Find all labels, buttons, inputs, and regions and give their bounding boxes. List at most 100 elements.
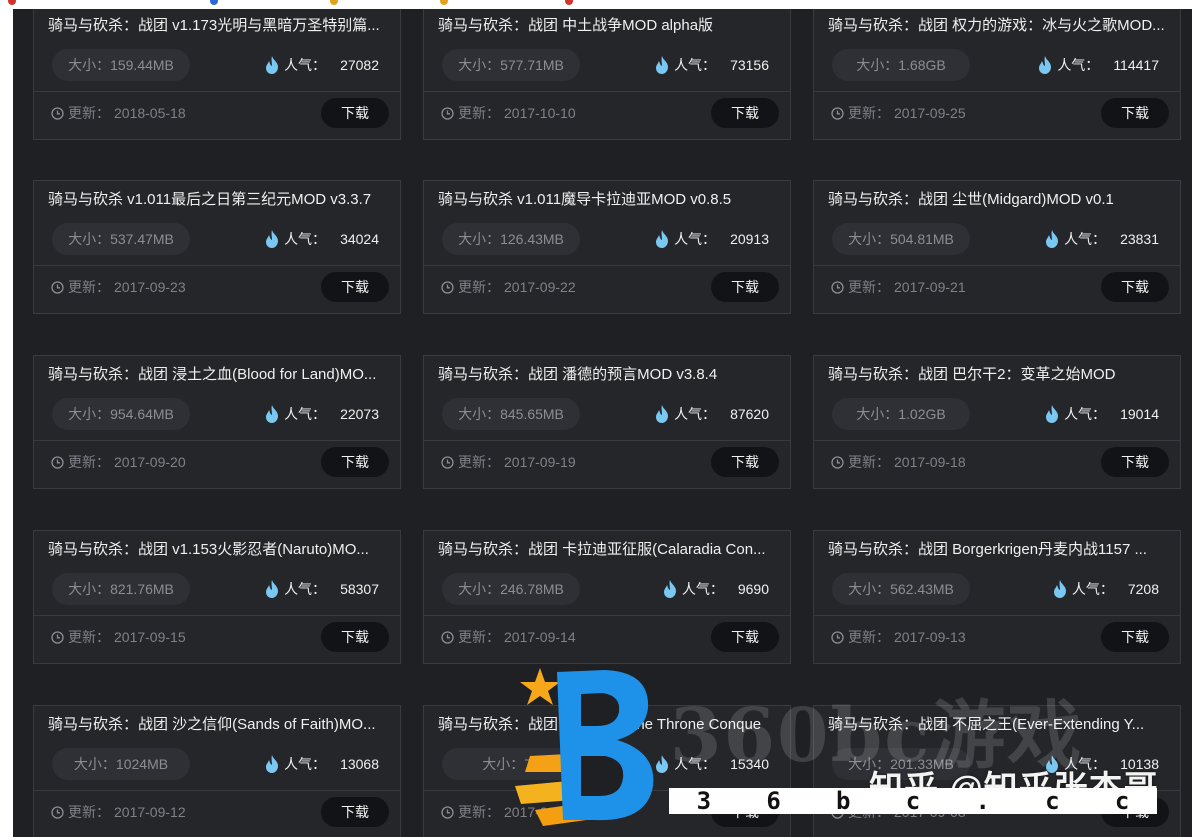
size-label: 大小： — [482, 756, 525, 772]
size-label: 大小： — [848, 756, 891, 772]
popularity: 人气： 9690 — [662, 580, 769, 598]
card-divider — [34, 440, 400, 441]
download-button[interactable]: 下载 — [1101, 797, 1169, 827]
clock-icon — [831, 280, 844, 294]
popularity: 人气： 73156 — [654, 56, 769, 74]
flame-icon — [266, 755, 279, 773]
download-button[interactable]: 下载 — [711, 447, 779, 477]
game-title-link[interactable]: 骑马与砍杀：战团 潘德的预言MOD v3.8.4 — [438, 366, 778, 384]
update-value: 2017-09-22 — [504, 279, 576, 295]
game-title-link[interactable]: 骑马与砍杀：战团 王座征服(The Throne Conque — [438, 716, 778, 734]
download-button[interactable]: 下载 — [1101, 272, 1169, 302]
size-label: 大小： — [848, 581, 891, 597]
popularity: 人气： 34024 — [264, 230, 379, 248]
update-label: 更新： — [848, 279, 890, 295]
download-button[interactable]: 下载 — [711, 622, 779, 652]
popularity: 人气： 7208 — [1052, 580, 1159, 598]
flame-icon — [1053, 580, 1066, 598]
size-badge: 大小：845.65MB — [442, 398, 580, 430]
game-title-link[interactable]: 骑马与砍杀：战团 卡拉迪亚征服(Calaradia Con... — [438, 541, 778, 559]
popularity-value: 22073 — [340, 406, 379, 422]
update-value: 2017-09-14 — [504, 629, 576, 645]
popularity-label: 人气： — [1064, 756, 1107, 772]
popularity-label: 人气： — [1064, 231, 1107, 247]
game-title-link[interactable]: 骑马与砍杀：战团 沙之信仰(Sands of Faith)MO... — [48, 716, 388, 734]
size-value: 504.81MB — [890, 231, 954, 247]
clock-icon — [831, 805, 844, 819]
popularity-value: 23831 — [1120, 231, 1159, 247]
card-divider — [814, 91, 1180, 92]
download-button[interactable]: 下载 — [711, 272, 779, 302]
update-date: 更新： 2017-09-25 — [831, 103, 966, 123]
size-badge: 大小：246.78MB — [442, 573, 580, 605]
game-title-link[interactable]: 骑马与砍杀：战团 v1.153火影忍者(Naruto)MO... — [48, 541, 388, 559]
update-value: 2017-09-11 — [504, 804, 575, 820]
size-value: 954.64MB — [110, 406, 174, 422]
game-card: 骑马与砍杀：战团 权力的游戏：冰与火之歌MOD... 大小：1.68GB 人气： 11… — [813, 9, 1181, 140]
update-label: 更新： — [68, 105, 110, 121]
game-title-link[interactable]: 骑马与砍杀：战团 权力的游戏：冰与火之歌MOD... — [828, 17, 1168, 35]
clock-icon — [441, 805, 454, 819]
size-value: 1024MB — [115, 756, 169, 772]
game-title-link[interactable]: 骑马与砍杀 v1.011最后之日第三纪元MOD v3.3.7 — [48, 191, 388, 209]
popularity: 人气： 27082 — [264, 56, 379, 74]
update-value: 2017-09-08 — [894, 804, 966, 820]
game-card: 骑马与砍杀：战团 浸土之血(Blood for Land)MO... 大小：954… — [33, 355, 401, 489]
game-title-link[interactable]: 骑马与砍杀：战团 尘世(Midgard)MOD v0.1 — [828, 191, 1168, 209]
game-card: 骑马与砍杀：战团 沙之信仰(Sands of Faith)MO... 大小：102… — [33, 705, 401, 837]
game-title-link[interactable]: 骑马与砍杀：战团 巴尔干2：变革之始MOD — [828, 366, 1168, 384]
update-label: 更新： — [458, 279, 500, 295]
update-date: 更新： 2017-09-23 — [51, 277, 186, 297]
game-title-link[interactable]: 骑马与砍杀：战团 v1.173光明与黑暗万圣特别篇... — [48, 17, 388, 35]
game-title-link[interactable]: 骑马与砍杀 v1.011魔导卡拉迪亚MOD v0.8.5 — [438, 191, 778, 209]
update-value: 2017-09-15 — [114, 629, 186, 645]
card-divider — [34, 91, 400, 92]
update-label: 更新： — [458, 105, 500, 121]
update-date: 更新： 2017-09-18 — [831, 452, 966, 472]
card-divider — [34, 615, 400, 616]
game-title-link[interactable]: 骑马与砍杀：战团 Borgerkrigen丹麦内战1157 ... — [828, 541, 1168, 559]
update-label: 更新： — [458, 804, 500, 820]
popularity-label: 人气： — [674, 756, 717, 772]
popularity-value: 114417 — [1113, 57, 1159, 73]
game-title-link[interactable]: 骑马与砍杀：战团 不屈之王(Ever-Extending Y... — [828, 716, 1168, 734]
update-label: 更新： — [68, 279, 110, 295]
download-button[interactable]: 下载 — [1101, 447, 1169, 477]
popularity-label: 人气： — [674, 231, 717, 247]
flame-icon — [266, 580, 279, 598]
game-card: 骑马与砍杀 v1.011魔导卡拉迪亚MOD v0.8.5 大小：126.43MB 人… — [423, 180, 791, 314]
download-button[interactable]: 下载 — [321, 272, 389, 302]
update-label: 更新： — [848, 454, 890, 470]
flame-icon — [1046, 755, 1059, 773]
popularity: 人气： 10138 — [1044, 755, 1159, 773]
flame-icon — [663, 580, 676, 598]
clock-icon — [831, 106, 844, 120]
popularity-value: 15340 — [730, 756, 769, 772]
game-card: 骑马与砍杀：战团 王座征服(The Throne Conque 大小：71 人气： 1… — [423, 705, 791, 837]
game-title-link[interactable]: 骑马与砍杀：战团 中土战争MOD alpha版 — [438, 17, 778, 35]
update-date: 更新： 2017-09-20 — [51, 452, 186, 472]
size-label: 大小： — [848, 231, 891, 247]
download-button[interactable]: 下载 — [711, 98, 779, 128]
card-divider — [814, 265, 1180, 266]
download-button[interactable]: 下载 — [321, 797, 389, 827]
clock-icon — [51, 455, 64, 469]
flame-icon — [1046, 230, 1059, 248]
popularity: 人气： 23831 — [1044, 230, 1159, 248]
download-button[interactable]: 下载 — [321, 622, 389, 652]
size-value: 1.02GB — [898, 406, 946, 422]
size-badge: 大小：1.68GB — [832, 49, 970, 81]
update-value: 2017-09-21 — [894, 279, 966, 295]
game-title-link[interactable]: 骑马与砍杀：战团 浸土之血(Blood for Land)MO... — [48, 366, 388, 384]
game-card: 骑马与砍杀：战团 潘德的预言MOD v3.8.4 大小：845.65MB 人气： 87… — [423, 355, 791, 489]
clock-icon — [441, 455, 454, 469]
download-button[interactable]: 下载 — [711, 797, 779, 827]
update-date: 更新： 2017-09-22 — [441, 277, 576, 297]
size-label: 大小： — [458, 231, 501, 247]
download-button[interactable]: 下载 — [321, 98, 389, 128]
popularity-value: 10138 — [1120, 756, 1159, 772]
download-button[interactable]: 下载 — [1101, 98, 1169, 128]
download-button[interactable]: 下载 — [1101, 622, 1169, 652]
download-button[interactable]: 下载 — [321, 447, 389, 477]
game-list-panel: 骑马与砍杀：战团 v1.173光明与黑暗万圣特别篇... 大小：159.44MB 人… — [13, 9, 1192, 837]
